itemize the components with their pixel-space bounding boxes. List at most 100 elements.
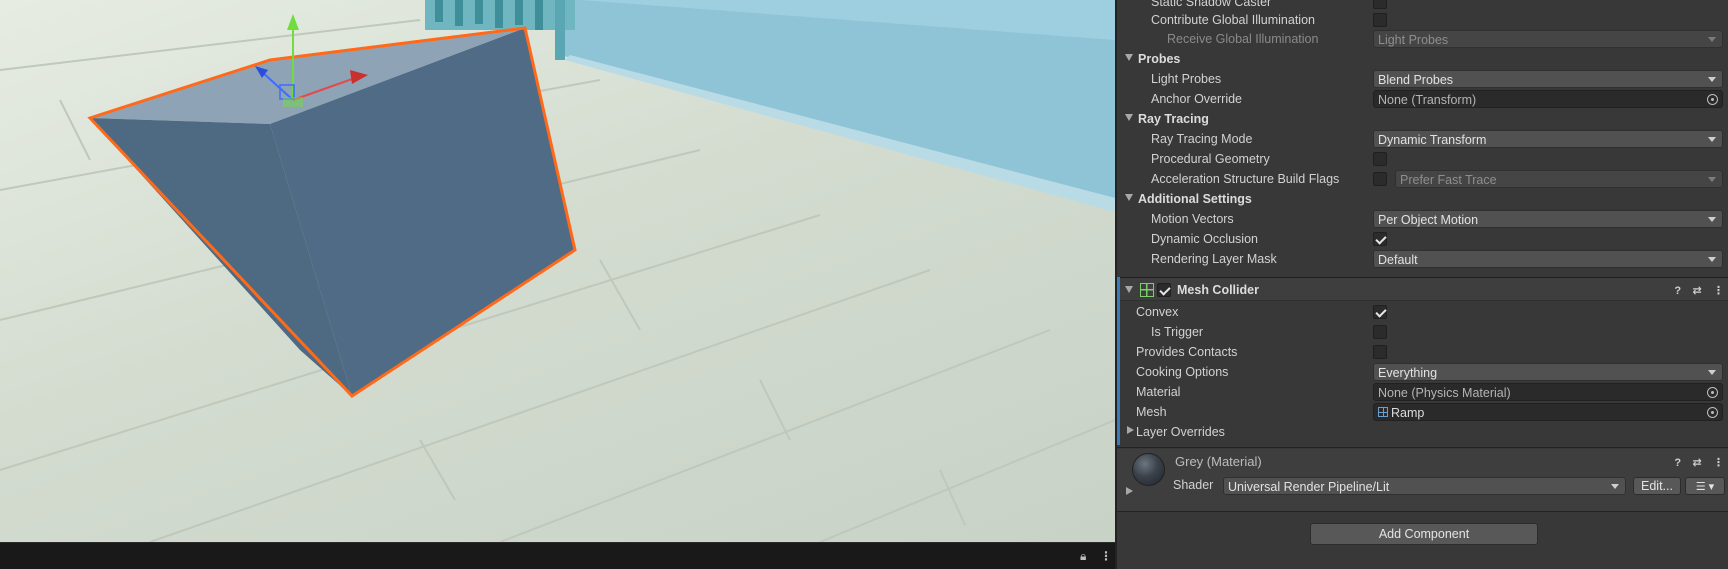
add-component-button[interactable]: Add Component bbox=[1310, 523, 1538, 545]
material-title: Grey (Material) bbox=[1175, 454, 1262, 469]
help-icon[interactable]: ? bbox=[1674, 457, 1681, 469]
divider bbox=[1117, 511, 1728, 512]
material-row: Material None (Physics Material) bbox=[1117, 382, 1728, 402]
scene-status-bar: 🔒︎ ⋮ bbox=[0, 542, 1115, 569]
chevron-down-icon bbox=[1708, 370, 1716, 375]
component-menu-icon[interactable]: ⋮ bbox=[1713, 284, 1724, 297]
chevron-down-icon bbox=[1611, 484, 1619, 489]
chevron-down-icon bbox=[1708, 137, 1716, 142]
dynamic-occlusion-row: Dynamic Occlusion bbox=[1117, 229, 1728, 249]
presets-icon[interactable]: ⇄ bbox=[1692, 456, 1701, 469]
receive-gi-row: Receive Global Illumination Light Probes bbox=[1117, 29, 1728, 49]
foldout-arrow-icon[interactable] bbox=[1125, 114, 1133, 121]
ray-tracing-header[interactable]: Ray Tracing bbox=[1117, 109, 1728, 129]
is-trigger-label: Is Trigger bbox=[1151, 325, 1204, 339]
provides-contacts-checkbox[interactable] bbox=[1373, 345, 1387, 359]
motion-vectors-dropdown[interactable]: Per Object Motion bbox=[1373, 210, 1723, 228]
chevron-down-icon bbox=[1708, 177, 1716, 182]
foldout-arrow-icon[interactable] bbox=[1125, 54, 1133, 61]
ray-tracing-mode-dropdown[interactable]: Dynamic Transform bbox=[1373, 130, 1723, 148]
static-shadow-caster-checkbox[interactable] bbox=[1373, 0, 1387, 9]
material-preview-sphere bbox=[1132, 453, 1165, 486]
cooking-options-value: Everything bbox=[1378, 366, 1438, 380]
cooking-options-label: Cooking Options bbox=[1136, 365, 1229, 379]
lock-icon[interactable]: 🔒︎ bbox=[1080, 549, 1086, 564]
ray-tracing-title: Ray Tracing bbox=[1138, 112, 1209, 126]
mesh-icon bbox=[1378, 407, 1388, 417]
contribute-gi-row: Contribute Global Illumination bbox=[1117, 10, 1728, 30]
edit-shader-button[interactable]: Edit... bbox=[1633, 477, 1681, 495]
scene-canvas[interactable] bbox=[0, 0, 1115, 542]
shader-value: Universal Render Pipeline/Lit bbox=[1228, 480, 1390, 494]
accel-flags-checkbox[interactable] bbox=[1373, 172, 1387, 186]
rendering-layer-row: Rendering Layer Mask Default bbox=[1117, 249, 1728, 269]
cooking-options-dropdown[interactable]: Everything bbox=[1373, 363, 1723, 381]
convex-row: Convex bbox=[1117, 302, 1728, 322]
mesh-field[interactable]: Ramp bbox=[1373, 403, 1723, 421]
receive-gi-label: Receive Global Illumination bbox=[1167, 32, 1319, 46]
divider bbox=[1117, 447, 1728, 448]
mesh-collider-icon bbox=[1140, 283, 1154, 297]
mesh-collider-enabled-checkbox[interactable] bbox=[1157, 283, 1171, 297]
physics-material-value: None (Physics Material) bbox=[1378, 386, 1511, 400]
motion-vectors-value: Per Object Motion bbox=[1378, 213, 1479, 227]
foldout-arrow-icon[interactable] bbox=[1127, 426, 1134, 434]
anchor-override-field[interactable]: None (Transform) bbox=[1373, 90, 1723, 108]
help-icon[interactable]: ? bbox=[1674, 285, 1681, 297]
accel-flags-dropdown: Prefer Fast Trace bbox=[1395, 170, 1723, 188]
inspector-panel: Static Shadow Caster Contribute Global I… bbox=[1115, 0, 1728, 569]
foldout-arrow-icon[interactable] bbox=[1126, 487, 1133, 495]
ray-tracing-mode-label: Ray Tracing Mode bbox=[1151, 132, 1253, 146]
cooking-options-row: Cooking Options Everything bbox=[1117, 362, 1728, 382]
anchor-override-row: Anchor Override None (Transform) bbox=[1117, 89, 1728, 109]
provides-contacts-label: Provides Contacts bbox=[1136, 345, 1238, 359]
accel-flags-value: Prefer Fast Trace bbox=[1400, 173, 1497, 187]
contribute-gi-label: Contribute Global Illumination bbox=[1151, 13, 1315, 27]
layer-overrides-row[interactable]: Layer Overrides bbox=[1117, 422, 1728, 442]
object-picker-icon[interactable] bbox=[1707, 407, 1718, 418]
is-trigger-checkbox[interactable] bbox=[1373, 325, 1387, 339]
additional-settings-header[interactable]: Additional Settings bbox=[1117, 189, 1728, 209]
contribute-gi-checkbox[interactable] bbox=[1373, 13, 1387, 27]
rendering-layer-label: Rendering Layer Mask bbox=[1151, 252, 1277, 266]
shader-options-button[interactable]: ☰ ▾ bbox=[1685, 477, 1725, 495]
presets-icon[interactable]: ⇄ bbox=[1692, 284, 1701, 297]
material-label: Material bbox=[1136, 385, 1181, 399]
procedural-geometry-label: Procedural Geometry bbox=[1151, 152, 1270, 166]
dynamic-occlusion-checkbox[interactable] bbox=[1373, 232, 1387, 246]
anchor-override-value: None (Transform) bbox=[1378, 93, 1477, 107]
accel-flags-row: Acceleration Structure Build Flags Prefe… bbox=[1117, 169, 1728, 189]
convex-checkbox[interactable] bbox=[1373, 305, 1387, 319]
physics-material-field[interactable]: None (Physics Material) bbox=[1373, 383, 1723, 401]
kebab-menu-icon[interactable]: ⋮ bbox=[1100, 549, 1112, 563]
static-shadow-caster-label: Static Shadow Caster bbox=[1151, 0, 1272, 9]
mesh-collider-title: Mesh Collider bbox=[1177, 283, 1259, 297]
rendering-layer-dropdown[interactable]: Default bbox=[1373, 250, 1723, 268]
mesh-row: Mesh Ramp bbox=[1117, 402, 1728, 422]
chevron-down-icon bbox=[1708, 257, 1716, 262]
motion-vectors-label: Motion Vectors bbox=[1151, 212, 1234, 226]
light-probes-value: Blend Probes bbox=[1378, 73, 1454, 87]
component-menu-icon[interactable]: ⋮ bbox=[1713, 456, 1724, 469]
dynamic-occlusion-label: Dynamic Occlusion bbox=[1151, 232, 1258, 246]
additional-settings-title: Additional Settings bbox=[1138, 192, 1252, 206]
procedural-geometry-checkbox[interactable] bbox=[1373, 152, 1387, 166]
object-picker-icon[interactable] bbox=[1707, 387, 1718, 398]
ramp-object[interactable] bbox=[87, 26, 577, 398]
probes-title: Probes bbox=[1138, 52, 1181, 66]
motion-vectors-row: Motion Vectors Per Object Motion bbox=[1117, 209, 1728, 229]
mesh-value: Ramp bbox=[1391, 406, 1425, 420]
scene-view[interactable] bbox=[0, 0, 1115, 542]
receive-gi-dropdown: Light Probes bbox=[1373, 30, 1723, 48]
foldout-arrow-icon[interactable] bbox=[1125, 194, 1133, 201]
accel-flags-label: Acceleration Structure Build Flags bbox=[1151, 172, 1340, 186]
light-probes-dropdown[interactable]: Blend Probes bbox=[1373, 70, 1723, 88]
shader-dropdown[interactable]: Universal Render Pipeline/Lit bbox=[1223, 477, 1626, 495]
object-picker-icon[interactable] bbox=[1707, 94, 1718, 105]
chevron-down-icon bbox=[1708, 217, 1716, 222]
rendering-layer-value: Default bbox=[1378, 253, 1418, 267]
procedural-geometry-row: Procedural Geometry bbox=[1117, 149, 1728, 169]
foldout-arrow-icon[interactable] bbox=[1125, 286, 1133, 293]
probes-header[interactable]: Probes bbox=[1117, 49, 1728, 69]
mesh-collider-header[interactable]: Mesh Collider ? ⇄ ⋮ bbox=[1117, 277, 1728, 301]
